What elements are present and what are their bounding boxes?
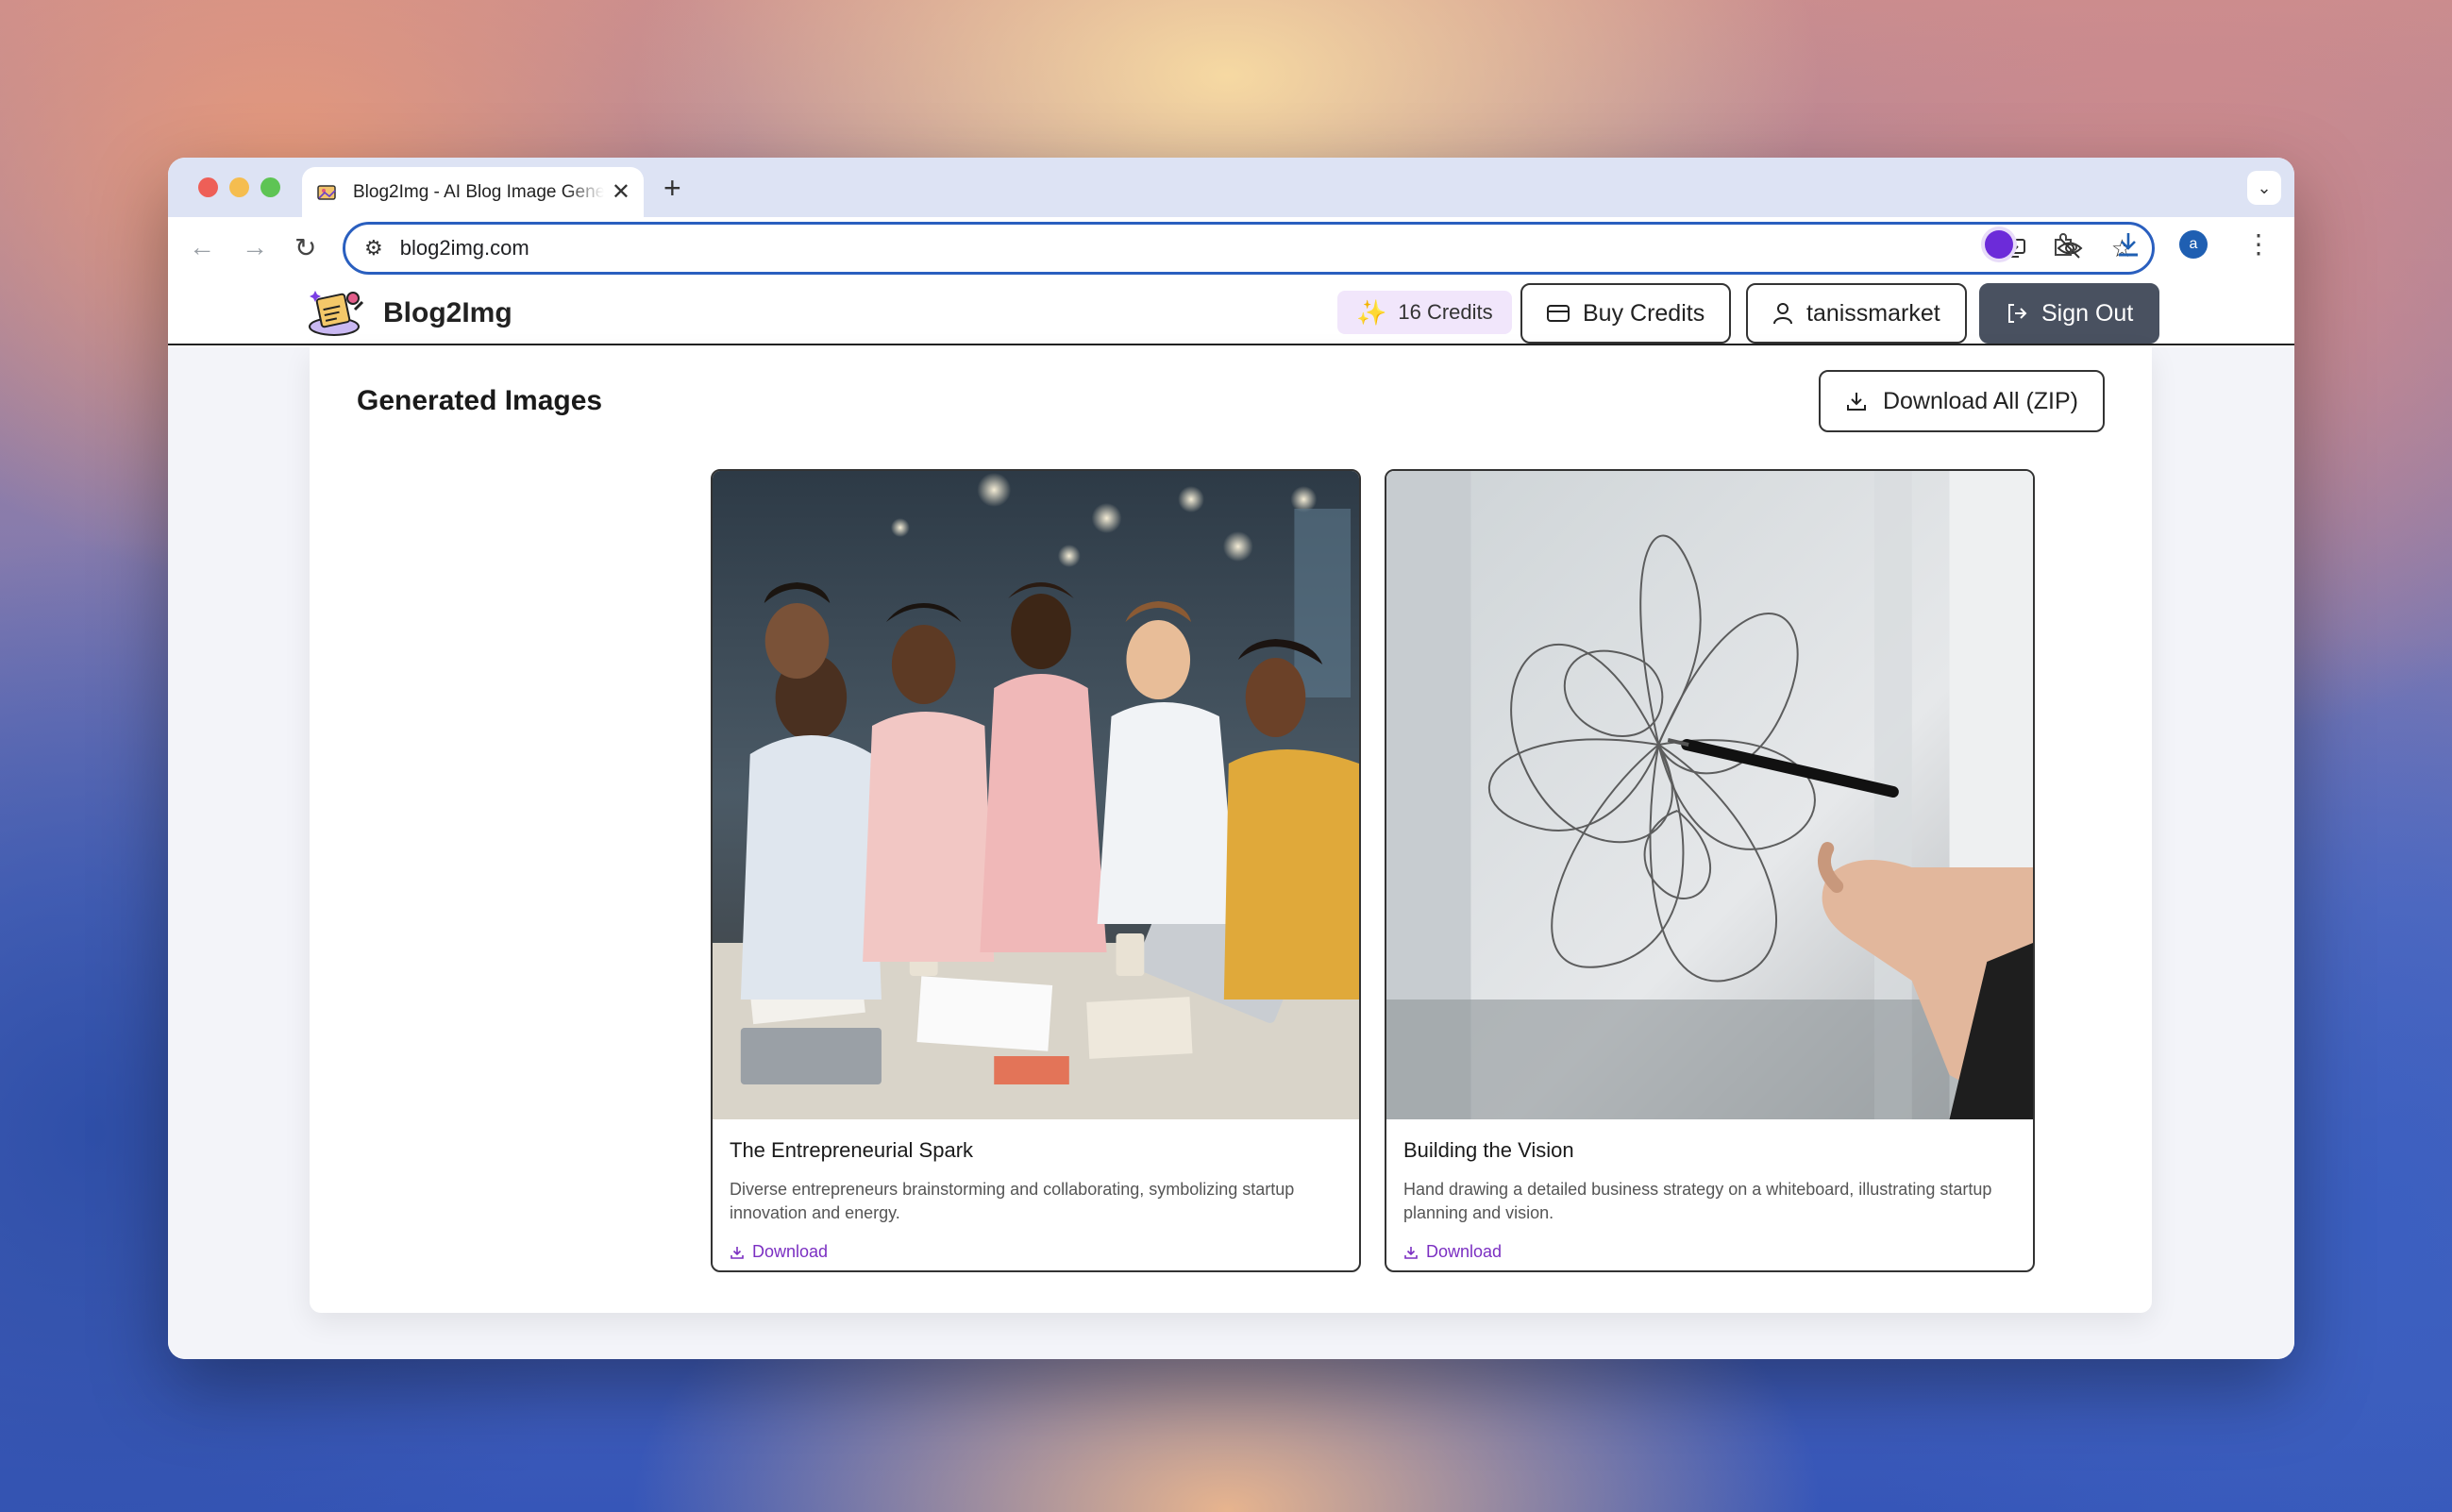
tab-close-icon[interactable]: ✕	[612, 178, 630, 206]
image-card: Building the Vision Hand drawing a detai…	[1385, 469, 2035, 1272]
card-download-link[interactable]: Download	[1403, 1242, 2016, 1262]
tab-title: Blog2Img - AI Blog Image Generator	[353, 181, 604, 202]
extension-chat-icon[interactable]	[1985, 229, 2013, 259]
card-download-label: Download	[1426, 1242, 1503, 1261]
logout-icon	[2008, 304, 2027, 323]
card-body: Building the Vision Hand drawing a detai…	[1386, 1119, 2033, 1270]
browser-menu-icon[interactable]: ⋮	[2245, 228, 2272, 260]
download-icon	[731, 1246, 744, 1259]
browser-tab-active[interactable]: Blog2Img - AI Blog Image Generator ✕	[302, 167, 644, 217]
generated-images-panel: Generated Images Download All (ZIP) The …	[310, 347, 2152, 1313]
user-icon	[1773, 303, 1792, 325]
download-all-zip-button[interactable]: Download All (ZIP)	[1818, 370, 2105, 432]
credit-card-icon	[1547, 305, 1570, 322]
sign-out-label: Sign Out	[2041, 299, 2134, 327]
forward-arrow-icon[interactable]: →	[242, 232, 268, 262]
minimize-window-button[interactable]	[229, 177, 249, 197]
sparkles-icon: ✨	[1356, 297, 1387, 327]
close-window-button[interactable]	[198, 177, 218, 197]
card-title: The Entrepreneurial Spark	[730, 1138, 974, 1162]
download-icon	[1846, 393, 1866, 411]
back-arrow-icon[interactable]: ←	[189, 232, 215, 262]
buy-credits-label: Buy Credits	[1583, 299, 1705, 327]
window-controls	[198, 177, 280, 197]
whiteboard-strategy-image[interactable]	[1386, 471, 2033, 1119]
brand-name: Blog2Img	[383, 297, 512, 328]
site-settings-icon[interactable]: ⚙	[364, 236, 383, 260]
extensions-puzzle-icon[interactable]	[2051, 231, 2077, 258]
app-header: Blog2Img ✨ 16 Credits Buy Credits taniss…	[168, 281, 2294, 345]
card-title: Building the Vision	[1403, 1138, 1574, 1162]
tab-search-chevron-icon[interactable]: ⌄	[2247, 171, 2281, 205]
url-text[interactable]: blog2img.com	[400, 236, 2004, 260]
sign-out-button[interactable]: Sign Out	[1979, 283, 2160, 344]
favicon-icon	[317, 184, 336, 200]
card-download-link[interactable]: Download	[730, 1242, 1342, 1262]
browser-toolbar: ← → ↻ ⚙ blog2img.com ☆ a ⋮	[168, 217, 2294, 281]
credits-count: 16 Credits	[1398, 300, 1493, 324]
card-description: Hand drawing a detailed business strateg…	[1403, 1180, 1992, 1222]
browser-window: Blog2Img - AI Blog Image Generator ✕ + ⌄…	[168, 158, 2294, 1359]
card-download-label: Download	[752, 1242, 829, 1261]
maximize-window-button[interactable]	[260, 177, 280, 197]
entrepreneurs-brainstorm-image[interactable]	[713, 471, 1359, 1119]
buy-credits-button[interactable]: Buy Credits	[1520, 283, 1732, 344]
logo-icon	[309, 291, 364, 336]
main-content: Generated Images Download All (ZIP) The …	[168, 347, 2294, 1359]
user-profile-button[interactable]: tanissmarket	[1746, 283, 1967, 344]
new-tab-button[interactable]: +	[663, 171, 681, 206]
address-bar[interactable]: ⚙ blog2img.com ☆	[343, 222, 2155, 275]
username-label: tanissmarket	[1806, 299, 1940, 327]
image-card: The Entrepreneurial Spark Diverse entrep…	[711, 469, 1361, 1272]
download-all-label: Download All (ZIP)	[1882, 387, 2078, 414]
downloads-icon[interactable]	[2115, 230, 2141, 259]
reload-icon[interactable]: ↻	[294, 232, 316, 263]
download-icon	[1404, 1246, 1418, 1259]
card-description: Diverse entrepreneurs brainstorming and …	[730, 1180, 1295, 1222]
profile-avatar[interactable]: a	[2179, 229, 2208, 259]
tab-bar: Blog2Img - AI Blog Image Generator ✕ + ⌄	[168, 158, 2294, 217]
brand-logo[interactable]: Blog2Img	[308, 287, 512, 340]
page-title: Generated Images	[357, 385, 603, 416]
card-body: The Entrepreneurial Spark Diverse entrep…	[713, 1119, 1359, 1270]
credits-badge: ✨ 16 Credits	[1337, 291, 1512, 334]
